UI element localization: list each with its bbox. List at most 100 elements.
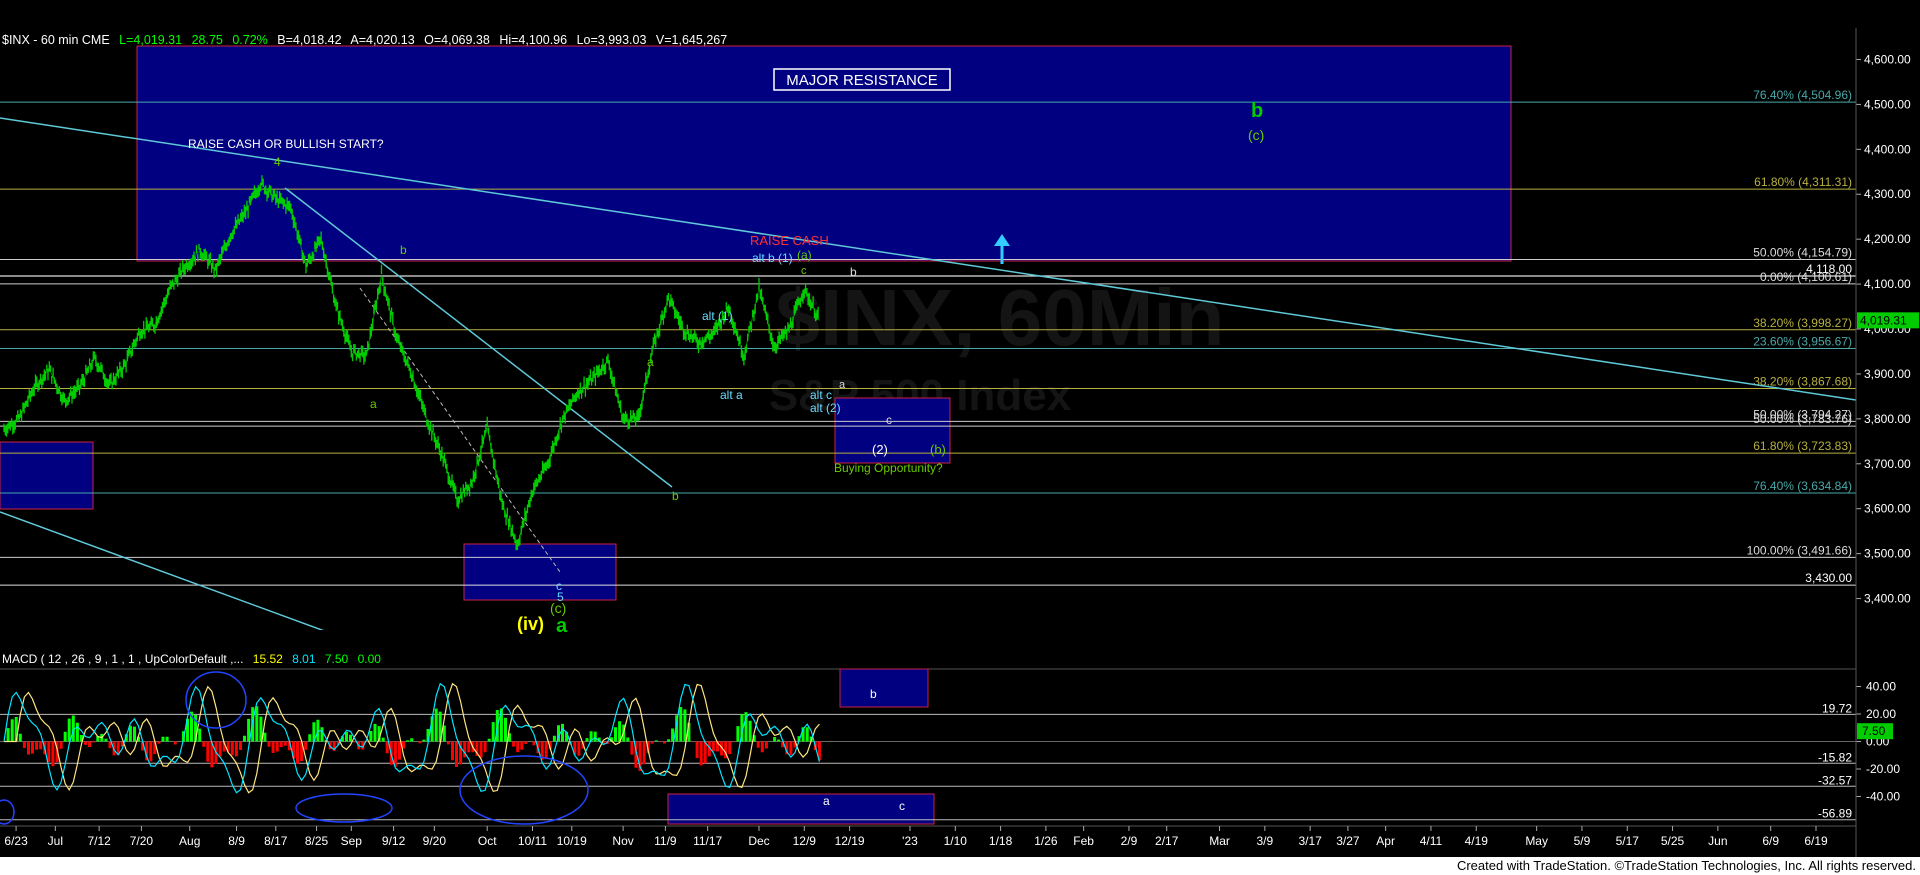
- x-tick-label-35: 5/9: [1574, 834, 1591, 848]
- fib-label-0: 76.40% (4,504.96): [1753, 88, 1852, 102]
- x-tick-label-37: 5/25: [1661, 834, 1685, 848]
- x-tick-label-3: 7/20: [130, 834, 154, 848]
- macd-level-label-1: -15.82: [1818, 750, 1852, 764]
- raise-cash-label: RAISE CASH: [750, 233, 829, 248]
- macd-value-2: 8.01: [292, 652, 316, 666]
- fib-label-8: 50.00% (3,783.76): [1753, 412, 1852, 426]
- x-tick-label-27: Mar: [1209, 834, 1230, 848]
- macd-level-label-3: -56.89: [1818, 807, 1852, 821]
- x-tick-label-39: 6/9: [1762, 834, 1779, 848]
- buying-opportunity-label: Buying Opportunity?: [834, 461, 943, 475]
- macd-ellipse-4: [0, 799, 15, 825]
- wave-4: 4: [274, 155, 281, 169]
- x-tick-label-7: 8/25: [305, 834, 329, 848]
- macd-level-label-0: 19.72: [1822, 701, 1852, 715]
- macd-wave-b: b: [870, 687, 877, 701]
- x-tick-label-8: Sep: [341, 834, 363, 848]
- macd-value-4: 0.00: [358, 652, 382, 666]
- x-tick-label-15: 11/9: [654, 834, 677, 848]
- wave-c-box: c: [886, 413, 892, 427]
- x-tick-label-34: May: [1525, 834, 1548, 848]
- x-tick-label-14: Nov: [612, 834, 633, 848]
- price-tick-label-10: 3,600.00: [1864, 502, 1911, 516]
- wave-b-future: b: [1251, 100, 1263, 122]
- wave-a-circled: (a): [797, 248, 812, 262]
- x-tick-label-2: 7/12: [87, 834, 111, 848]
- wave-alt-b1: alt b (1): [752, 251, 793, 265]
- wave-b-dec: b: [850, 265, 857, 279]
- header-ask: A=4,020.13: [350, 33, 414, 47]
- macd-wave-c: c: [899, 799, 905, 813]
- x-tick-label-16: 11/17: [693, 834, 722, 848]
- macd-tick-label-0: 40.00: [1866, 680, 1896, 694]
- header-pct: 0.72%: [232, 33, 267, 47]
- header-lo: Lo=3,993.03: [577, 33, 647, 47]
- x-tick-label-24: Feb: [1073, 834, 1094, 848]
- wave-c-future: (c): [1248, 127, 1264, 143]
- level-label-0: 4,118.00: [1806, 262, 1852, 276]
- time-axis: 6/23 Jul 7/12 7/20 Aug 8/9 8/17 8/25 Sep 9/12 9/20…: [4, 826, 1828, 848]
- price-tick-label-11: 3,500.00: [1864, 547, 1911, 561]
- x-tick-label-4: Aug: [179, 834, 200, 848]
- x-tick-label-6: 8/17: [264, 834, 288, 848]
- header-open: O=4,069.38: [424, 33, 490, 47]
- wave-alt-c: alt c: [810, 388, 832, 402]
- macd-ellipse-1: [185, 671, 247, 729]
- x-tick-label-38: Jun: [1708, 834, 1727, 848]
- fib-label-1: 61.80% (4,311.31): [1754, 175, 1852, 189]
- x-tick-label-18: 12/9: [793, 834, 817, 848]
- fib-label-4: 38.20% (3,998.27): [1753, 316, 1852, 330]
- trendline-dashed: [359, 287, 561, 573]
- wave-a-dec: a: [839, 379, 846, 391]
- wave-alt-1: alt (1): [702, 309, 733, 323]
- x-tick-label-13: 10/19: [557, 834, 587, 848]
- price-chart[interactable]: $INX - 60 min CME L=4,019.31 28.75 0.72%…: [0, 0, 1920, 857]
- price-tick-label-4: 4,200.00: [1864, 232, 1911, 246]
- x-tick-label-31: Apr: [1376, 834, 1395, 848]
- x-tick-label-12: 10/11: [518, 834, 547, 848]
- price-tick-label-0: 4,600.00: [1864, 52, 1911, 66]
- price-tick-label-5: 4,100.00: [1864, 277, 1911, 291]
- x-tick-label-28: 3/9: [1257, 834, 1274, 848]
- footer: Created with TradeStation. ©TradeStation…: [0, 857, 1920, 875]
- header-hi: Hi=4,100.96: [499, 33, 567, 47]
- price-tick-label-3: 4,300.00: [1864, 187, 1911, 201]
- low-zone: [463, 543, 617, 601]
- fib-label-2: 50.00% (4,154.79): [1753, 245, 1852, 259]
- x-tick-label-20: '23: [902, 834, 918, 848]
- x-tick-label-23: 1/26: [1034, 834, 1058, 848]
- macd-hist-up: [6, 706, 813, 742]
- macd-last-tag: 7.50: [1862, 724, 1886, 738]
- wave-b-paren: (b): [930, 442, 946, 457]
- x-tick-label-9: 9/12: [382, 834, 406, 848]
- price-tick-label-7: 3,900.00: [1864, 367, 1911, 381]
- macd-value-1: 15.52: [253, 652, 283, 666]
- fib-label-9: 61.80% (3,723.83): [1753, 439, 1852, 453]
- chart-window: $INX - 60 min CME L=4,019.31 28.75 0.72%…: [0, 0, 1920, 875]
- x-tick-label-1: Jul: [48, 834, 63, 848]
- svg-text:MACD ( 12 , 26 , 9 , 1 , 1 , U: MACD ( 12 , 26 , 9 , 1 , 1 , UpColorDefa…: [2, 652, 381, 666]
- wave-2-paren: (2): [872, 442, 888, 457]
- x-tick-label-0: 6/23: [4, 834, 28, 848]
- price-tick-label-12: 3,400.00: [1864, 592, 1911, 606]
- macd-ellipse-2: [295, 793, 393, 823]
- raise-cash-or-bullish-label: RAISE CASH OR BULLISH START?: [188, 137, 384, 151]
- macd-tick-label-4: -40.00: [1866, 790, 1900, 804]
- fib-label-5: 23.60% (3,956.67): [1753, 334, 1852, 348]
- x-tick-label-21: 1/10: [944, 834, 968, 848]
- macd-wave-a: a: [823, 794, 830, 808]
- price-tick-label-8: 3,800.00: [1864, 412, 1911, 426]
- footer-credit: Created with TradeStation. ©TradeStation…: [1456, 858, 1916, 873]
- header-symbol: $INX - 60 min CME: [2, 33, 110, 47]
- svg-text:$INX - 60 min CME L=4,0: $INX - 60 min CME L=4,019.31 28.75 0.72%…: [2, 33, 727, 47]
- macd-zone-b: [839, 668, 929, 708]
- wave-alt-a: alt a: [720, 388, 743, 402]
- level-label-1: 3,430.00: [1805, 571, 1852, 585]
- wave-b-nov: b: [672, 489, 679, 503]
- header-volume: V=1,645,267: [656, 33, 727, 47]
- macd-axis: 40.0020.000.00-20.00-40.007.50: [1856, 680, 1900, 804]
- major-resistance-label: MAJOR RESISTANCE: [786, 72, 937, 89]
- price-tick-label-9: 3,700.00: [1864, 457, 1911, 471]
- x-tick-label-26: 2/17: [1155, 834, 1179, 848]
- x-tick-label-36: 5/17: [1616, 834, 1640, 848]
